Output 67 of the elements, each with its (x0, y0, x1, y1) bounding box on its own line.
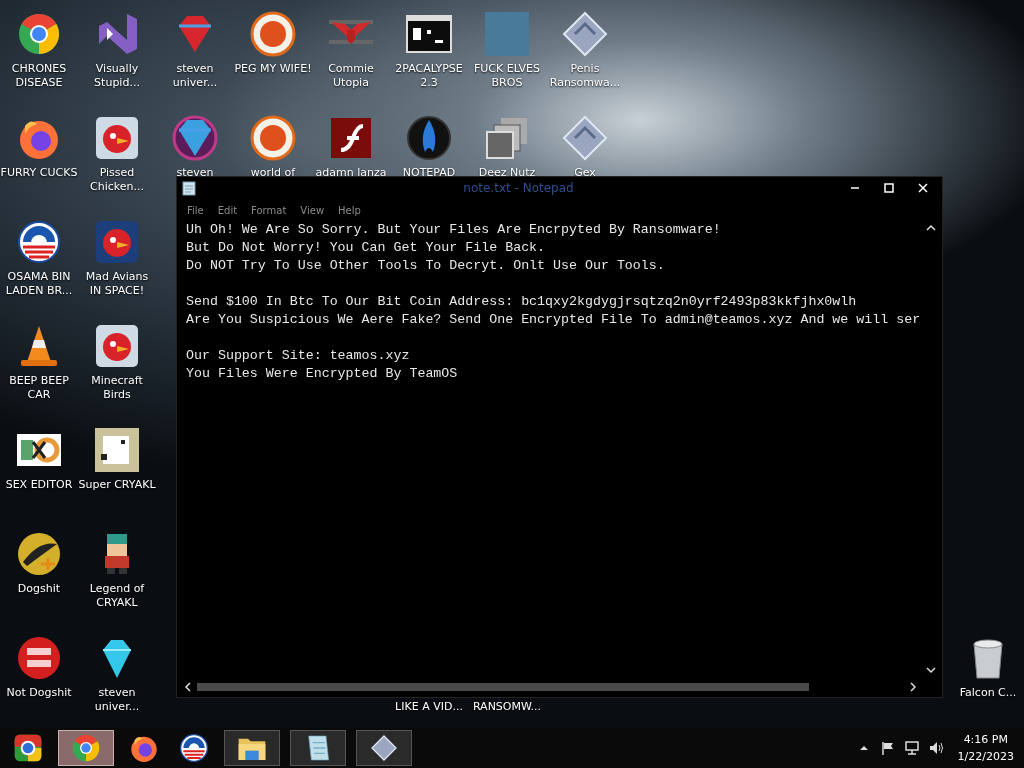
desktop-icon-label[interactable]: OSAMA BIN LADEN BR... (5, 270, 73, 298)
desktop-icon-label[interactable]: PEG MY WIFE! (234, 62, 312, 76)
quill-disc-icon[interactable] (15, 530, 63, 578)
disc-logo-icon[interactable] (15, 634, 63, 682)
ball-logo-icon[interactable] (249, 114, 297, 162)
text-line: Are You Suspicious We Aere Fake? Send One Encrypted File To admin@teamos.xyz And we will ser (186, 311, 921, 329)
desktop-icon-label[interactable]: steven univer... (172, 62, 218, 90)
desktop-icon-label[interactable]: adamn lanza (315, 166, 387, 180)
desktop-icon-label[interactable]: Commie Utopia (328, 62, 374, 90)
desktop-icon-label[interactable]: Not Dogshit (6, 686, 72, 700)
scroll-up-icon[interactable] (925, 223, 938, 233)
desktop-icon-label[interactable]: 2PACALYPSE 2.3 (395, 62, 463, 90)
menu-item[interactable]: Format (251, 204, 287, 216)
taskbar-button[interactable] (356, 730, 412, 766)
desktop-icon-label[interactable]: FURRY CUCKS (0, 166, 78, 180)
desktop-icon-label[interactable]: BEEP BEEP CAR (9, 374, 69, 402)
flag-icon[interactable] (879, 740, 896, 756)
ring-logo-icon (12, 732, 44, 764)
bird-icon[interactable] (93, 114, 141, 162)
striped-circle-logo-icon (178, 732, 210, 764)
desktop-icon-label[interactable]: Deez Nutz (478, 166, 536, 180)
scrollbar-thumb[interactable] (197, 683, 809, 691)
desktop-icon-label[interactable]: Super CRYAKL (78, 478, 156, 492)
bird-icon[interactable] (93, 218, 141, 266)
desktop-icon-label[interactable]: Visually Stupid... (94, 62, 140, 90)
text-line: Our Support Site: teamos.xyz (186, 347, 411, 365)
desktop-icon-label[interactable]: SEX EDITOR (5, 478, 73, 492)
speaker-icon[interactable] (927, 740, 944, 756)
desktop-icon-label[interactable]: Falcon C... (959, 686, 1017, 700)
desktop-icon-label[interactable]: Mad Avians IN SPACE! (85, 270, 149, 298)
network-icon[interactable] (903, 740, 920, 756)
menu-item[interactable]: Help (338, 204, 361, 216)
desktop-icon-label[interactable]: steven (176, 166, 214, 180)
window-title: note.txt - Notepad (462, 181, 575, 195)
text-line: Uh Oh! We Are So Sorry. But Your Files Are Encrpyted By Ransomware! (186, 221, 722, 239)
menu-item[interactable]: File (187, 204, 204, 216)
desktop-icon-label[interactable]: Minecraft Birds (91, 374, 143, 402)
desktop-icon-label[interactable]: steven univer... (94, 686, 140, 714)
desktop-icon-label[interactable]: RANSOMW... (472, 700, 542, 714)
scroll-down-icon[interactable] (925, 665, 938, 675)
desktop-icon-label[interactable]: Pissed Chicken... (90, 166, 144, 194)
desktop-icon-label[interactable]: NOTEPAD (402, 166, 456, 180)
taskbar-button[interactable] (290, 730, 346, 766)
gem-icon[interactable] (171, 114, 219, 162)
striped-circle-logo-icon[interactable] (15, 218, 63, 266)
clock[interactable]: 4:16 PM 1/22/2023 (957, 731, 1014, 765)
desktop-icon-label[interactable]: Legend of CRYAKL (89, 582, 145, 610)
desktop-icon-label[interactable]: FUCK ELVES BROS (473, 62, 541, 90)
scroll-left-icon[interactable] (183, 681, 193, 693)
notepad-icon (181, 180, 197, 196)
text-line: Send $100 In Btc To Our Bit Coin Address: bc1qxy2kgdygjrsqtzq2n0yrf2493p83kkfjhx0wlh (186, 293, 858, 311)
text-line: Do NOT Try To Use Other Tools To Decryt. Onlt Use Our Tools. (186, 257, 666, 275)
text-line: You Files Were Encrypted By TeamOS (186, 365, 459, 383)
desktop-icon-label[interactable]: Dogshit (17, 582, 61, 596)
flame-icon[interactable] (405, 114, 453, 162)
pixel-art-icon[interactable] (93, 426, 141, 474)
desktop-icon-label[interactable]: LIKE A VID... (395, 700, 463, 714)
desktop-icon-label[interactable]: CHRONES DISEASE (11, 62, 67, 90)
taskbar-button[interactable] (224, 730, 280, 766)
text-line: But Do Not Worry! You Can Get Your File Back. (186, 239, 547, 257)
ring-logo-icon (70, 732, 102, 764)
ball-logo-icon[interactable] (249, 10, 297, 58)
bird-icon[interactable] (93, 322, 141, 370)
menu-item[interactable]: View (300, 204, 325, 216)
scroll-right-icon[interactable] (908, 681, 918, 693)
desktop-icon-label[interactable]: world of (250, 166, 296, 180)
menu-item[interactable]: Edit (217, 204, 238, 216)
